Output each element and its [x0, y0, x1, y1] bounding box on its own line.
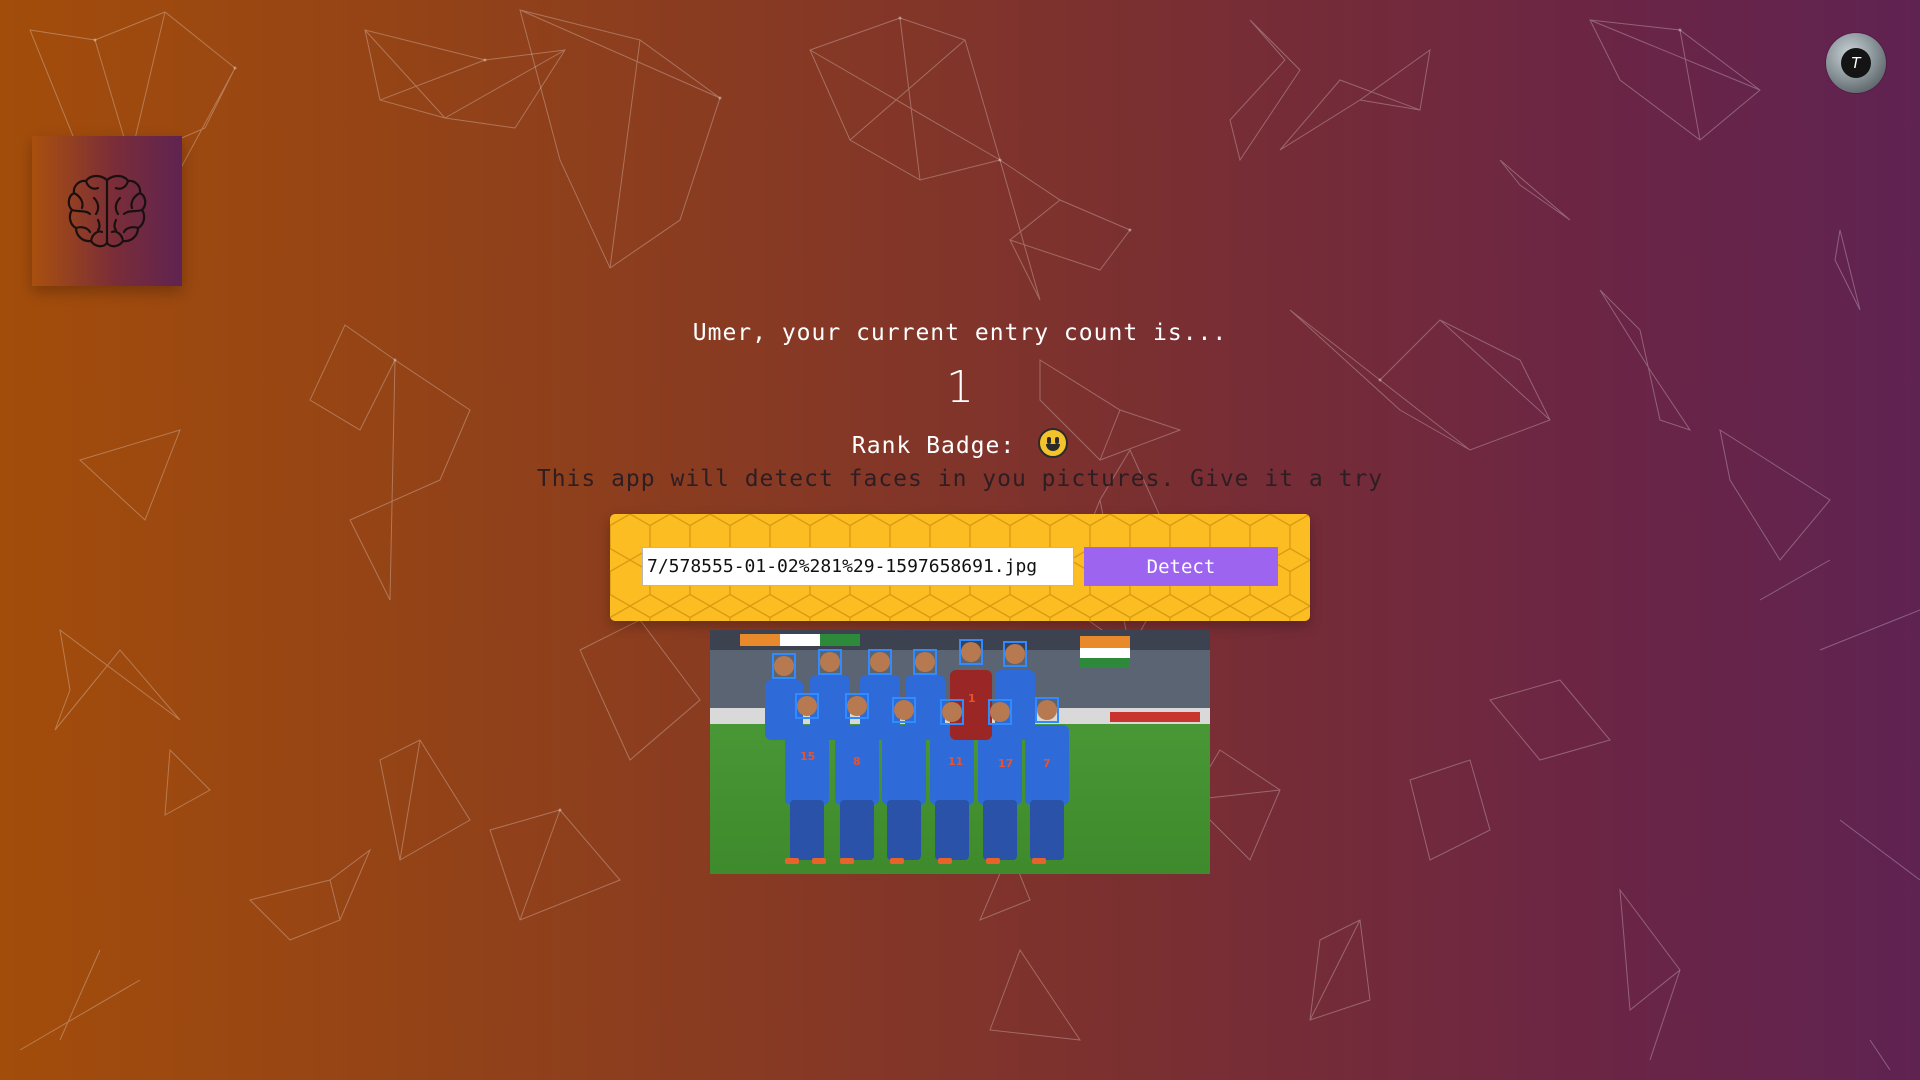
rank-badge-row: Rank Badge: [0, 428, 1920, 459]
brain-icon [67, 174, 147, 248]
jersey-number: 11 [948, 755, 963, 768]
app-description: This app will detect faces in you pictur… [536, 466, 1384, 492]
detect-button[interactable]: Detect [1084, 547, 1278, 586]
app-logo[interactable] [32, 136, 182, 286]
jersey-number: 1 [968, 692, 976, 705]
team-photo: 15 8 11 17 7 1 [710, 630, 1210, 874]
jersey-number: 7 [1043, 757, 1051, 770]
avatar-initial: T [1841, 48, 1871, 78]
image-url-input[interactable]: 7/578555-01-02%281%29-1597658691.jpg [642, 547, 1074, 586]
detected-faces-image: 15 8 11 17 7 1 [710, 630, 1210, 874]
grinning-face-icon [1038, 428, 1069, 458]
image-url-form: 7/578555-01-02%281%29-1597658691.jpg Det… [610, 514, 1310, 621]
user-avatar[interactable]: T [1826, 33, 1886, 93]
entry-count-greeting: Umer, your current entry count is... [692, 320, 1228, 346]
rank-badge-label: Rank Badge: [851, 433, 1016, 459]
entry-count-value: 1 [946, 362, 974, 413]
jersey-number: 15 [800, 750, 815, 763]
jersey-number: 8 [853, 755, 861, 768]
jersey-number: 17 [998, 757, 1013, 770]
